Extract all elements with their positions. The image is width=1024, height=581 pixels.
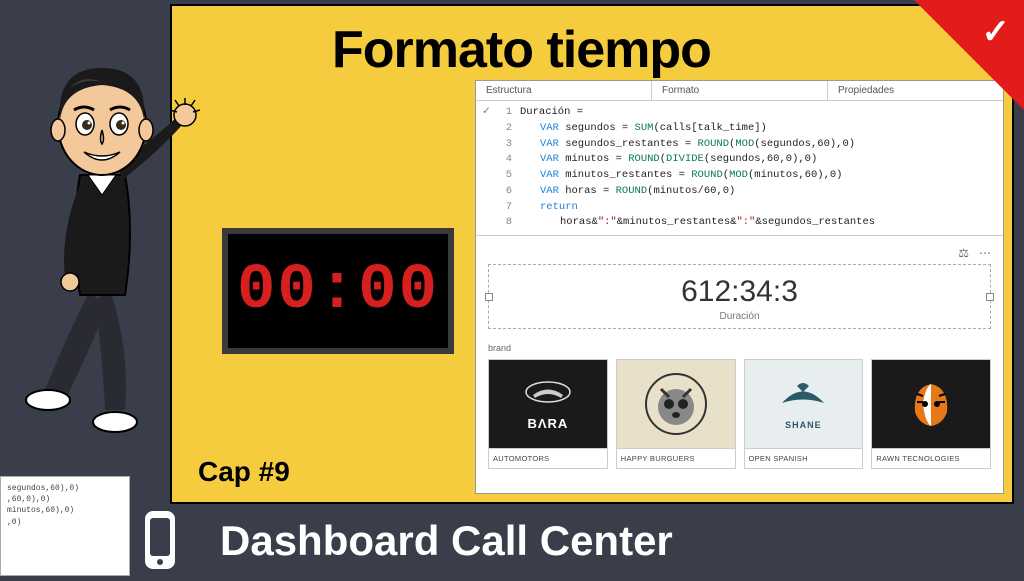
avatar-illustration [10, 30, 200, 440]
brand-logo-bara: BΛRA [489, 360, 607, 448]
main-panel: Formato tiempo 00:00 Cap #9 Estructura F… [170, 4, 1014, 504]
brand-logo-shane: SHANE [745, 360, 863, 448]
brand-label: HAPPY BURGUERS [617, 448, 735, 468]
chapter-label: Cap #9 [198, 456, 290, 488]
kpi-value: 612:34:3 [489, 275, 990, 309]
brand-header: brand [488, 343, 991, 353]
brand-card-happy[interactable]: HAPPY BURGUERS [616, 359, 736, 469]
kpi-label: Duración [489, 311, 990, 322]
more-icon[interactable]: ⋯ [979, 246, 991, 260]
checkmark-icon: ✓ [982, 12, 1011, 52]
filter-icon[interactable]: ⚖ [958, 246, 969, 260]
brand-label: AUTOMOTORS [489, 448, 607, 468]
brand-logo-tiger [872, 360, 990, 448]
digital-clock: 00:00 [222, 228, 454, 354]
editor-panel: Estructura Formato Propiedades ✓1Duració… [475, 80, 1004, 494]
main-title: Formato tiempo [332, 20, 711, 80]
brand-label: RAWN TECNOLOGIES [872, 448, 990, 468]
tab-estructura[interactable]: Estructura [476, 81, 651, 100]
brand-card-automotors[interactable]: BΛRA AUTOMOTORS [488, 359, 608, 469]
brand-logo-raccoon [617, 360, 735, 448]
brand-card-open[interactable]: SHANE OPEN SPANISH [744, 359, 864, 469]
dax-code-editor[interactable]: ✓1Duración = 2VAR segundos = SUM(calls[t… [476, 101, 1003, 236]
brand-label: OPEN SPANISH [745, 448, 863, 468]
brand-area: brand BΛRA AUTOMOTORS HAPPY BURGUE [476, 337, 1003, 479]
tab-formato[interactable]: Formato [651, 81, 827, 100]
code-line-1: Duración = [520, 105, 583, 121]
kpi-card[interactable]: 612:34:3 Duración [488, 264, 991, 329]
footer-title: Dashboard Call Center [0, 506, 1024, 576]
kpi-area: ⚖ ⋯ 612:34:3 Duración [476, 236, 1003, 337]
brand-card-rawn[interactable]: RAWN TECNOLOGIES [871, 359, 991, 469]
